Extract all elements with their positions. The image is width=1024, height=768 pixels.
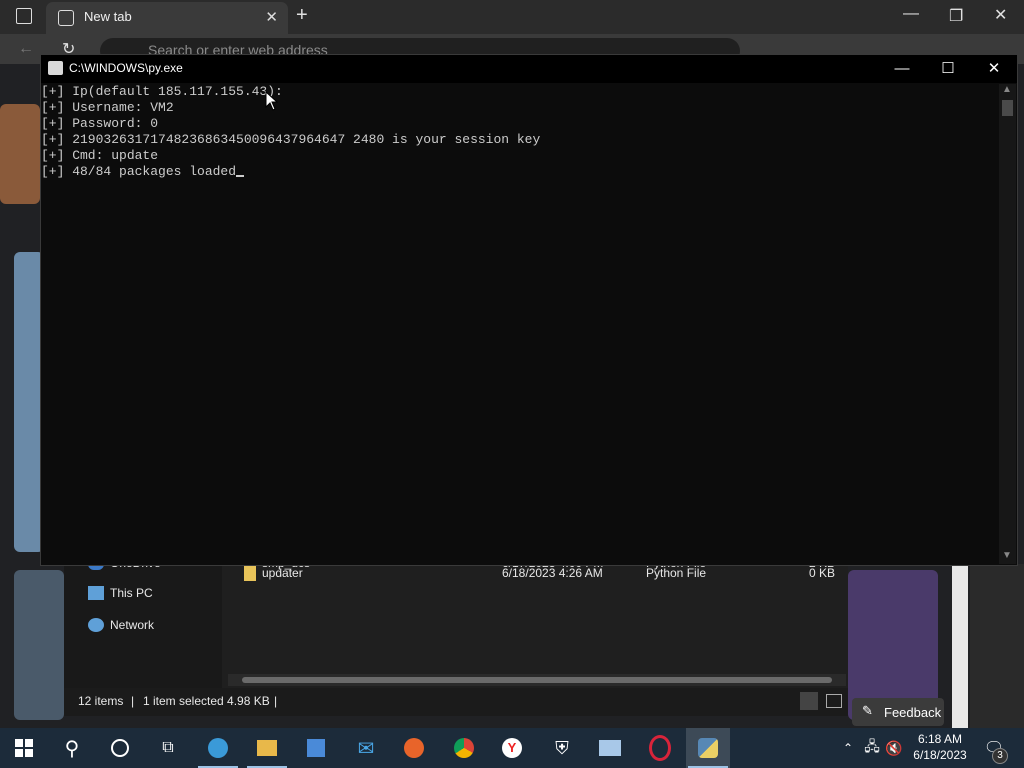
new-tab-button[interactable]: + [296,4,308,27]
file-size: 0 KB [809,566,836,580]
task-view-icon[interactable]: ⧉ [156,736,180,760]
tab-actions-icon[interactable] [16,8,32,24]
console-scroll-thumb[interactable] [1002,100,1013,116]
horizontal-scroll-thumb[interactable] [242,677,832,683]
python-file-icon [244,567,256,581]
console-line: [+] Ip(default 185.117.155.43): [41,84,283,99]
scroll-up-icon[interactable]: ▲ [1002,84,1012,95]
network-status-icon[interactable]: 🖧 [860,736,884,760]
nav-item-this-pc[interactable]: This PC [88,584,153,602]
computer-icon [88,586,104,600]
feedback-button[interactable]: ✎ Feedback [852,698,944,726]
system-clock[interactable]: 6:18 AM 6/18/2023 [906,731,974,763]
console-window: C:\WINDOWS\py.exe — ☐ ✕ [+] Ip(default 1… [40,54,1018,566]
console-line: [+] Username: VM2 [41,100,174,115]
restore-browser-button[interactable]: ❐ [949,6,963,26]
notification-count-badge: 3 [992,748,1008,764]
mouse-pointer-icon [265,91,279,111]
explorer-nav-pane: OneDrive This PC Network [64,548,222,688]
tiles-view-icon[interactable] [826,694,842,708]
console-line-last: [+] 48/84 packages loaded [41,164,997,180]
item-count: 12 items [78,694,124,708]
windows-start-icon[interactable] [12,736,36,760]
network-icon [88,618,104,632]
minimize-browser-button[interactable]: — [903,5,919,23]
feedback-icon: ✎ [862,703,873,718]
browser-tabbar: New tab ✕ + — ❐ ✕ [0,0,1024,34]
python-console-icon [48,61,63,75]
file-type: Python File [646,566,707,580]
nav-item-network[interactable]: Network [88,616,154,634]
taskbar: ⚲ ⧉ ✉ Y ⛨ ⌃ 🖧 🔇 6:18 AM 6/18/2023 🗨 3 [0,728,1024,768]
console-titlebar[interactable]: C:\WINDOWS\py.exe — ☐ ✕ [41,55,1017,83]
edge-icon[interactable] [206,736,230,760]
maximize-console-button[interactable]: ☐ [925,57,971,81]
separator: | [131,694,135,708]
clock-date: 6/18/2023 [913,748,967,762]
browser-tab[interactable]: New tab ✕ [46,2,288,34]
details-view-icon[interactable] [800,692,818,710]
console-line: [+] 48/84 packages loaded [41,164,237,179]
store-icon[interactable] [304,736,328,760]
sidebar-strip [970,564,1024,728]
console-line: [+] 21903263171748236863450096437964647 … [41,132,541,147]
console-scrollbar[interactable]: ▲ ▼ [999,84,1016,564]
console-line: [+] Cmd: update [41,148,159,163]
scroll-down-icon[interactable]: ▼ [1002,550,1012,561]
close-tab-icon[interactable]: ✕ [265,8,278,26]
back-icon[interactable]: ← [18,40,34,58]
nav-item-label: This PC [110,586,153,600]
console-title: C:\WINDOWS\py.exe [69,61,183,75]
search-icon[interactable]: ⚲ [60,736,84,760]
text-cursor [236,175,245,177]
tab-title: New tab [84,9,132,24]
console-line: [+] Password: 0 [41,116,159,131]
chrome-icon[interactable] [452,736,476,760]
firefox-icon[interactable] [402,736,426,760]
nav-item-label: Network [110,618,155,632]
clock-time: 6:18 AM [917,732,963,746]
feedback-label: Feedback [884,705,942,720]
yandex-icon[interactable]: Y [500,736,524,760]
close-browser-button[interactable]: ✕ [994,5,1007,25]
security-shield-icon[interactable]: ⛨ [550,736,574,760]
selection-info: 1 item selected 4.98 KB [143,694,270,708]
file-date: 6/18/2023 4:26 AM [502,566,603,580]
new-tab-icon [58,10,74,26]
news-tile[interactable] [0,104,40,204]
volume-muted-icon[interactable]: 🔇 [882,736,906,760]
file-explorer: OneDrive This PC Network smp_ucs 6/17/20… [64,548,848,716]
explorer-statusbar: 12 items | 1 item selected 4.98 KB | [64,688,848,716]
python-active-highlight [686,728,730,768]
cortana-icon[interactable] [108,736,132,760]
console-output[interactable]: [+] Ip(default 185.117.155.43): [+] User… [41,84,997,564]
file-name: updater [262,566,303,580]
control-panel-icon[interactable] [598,736,622,760]
opera-icon[interactable] [648,735,672,761]
show-hidden-icons-icon[interactable]: ⌃ [836,736,860,760]
scrollbar-track[interactable] [952,564,968,728]
mail-icon[interactable]: ✉ [354,736,378,760]
close-console-button[interactable]: ✕ [971,57,1017,81]
minimize-console-button[interactable]: — [879,57,925,81]
news-tile[interactable] [14,570,64,720]
separator: | [274,694,278,708]
file-explorer-icon[interactable] [255,736,279,760]
horizontal-scrollbar[interactable] [228,674,846,686]
